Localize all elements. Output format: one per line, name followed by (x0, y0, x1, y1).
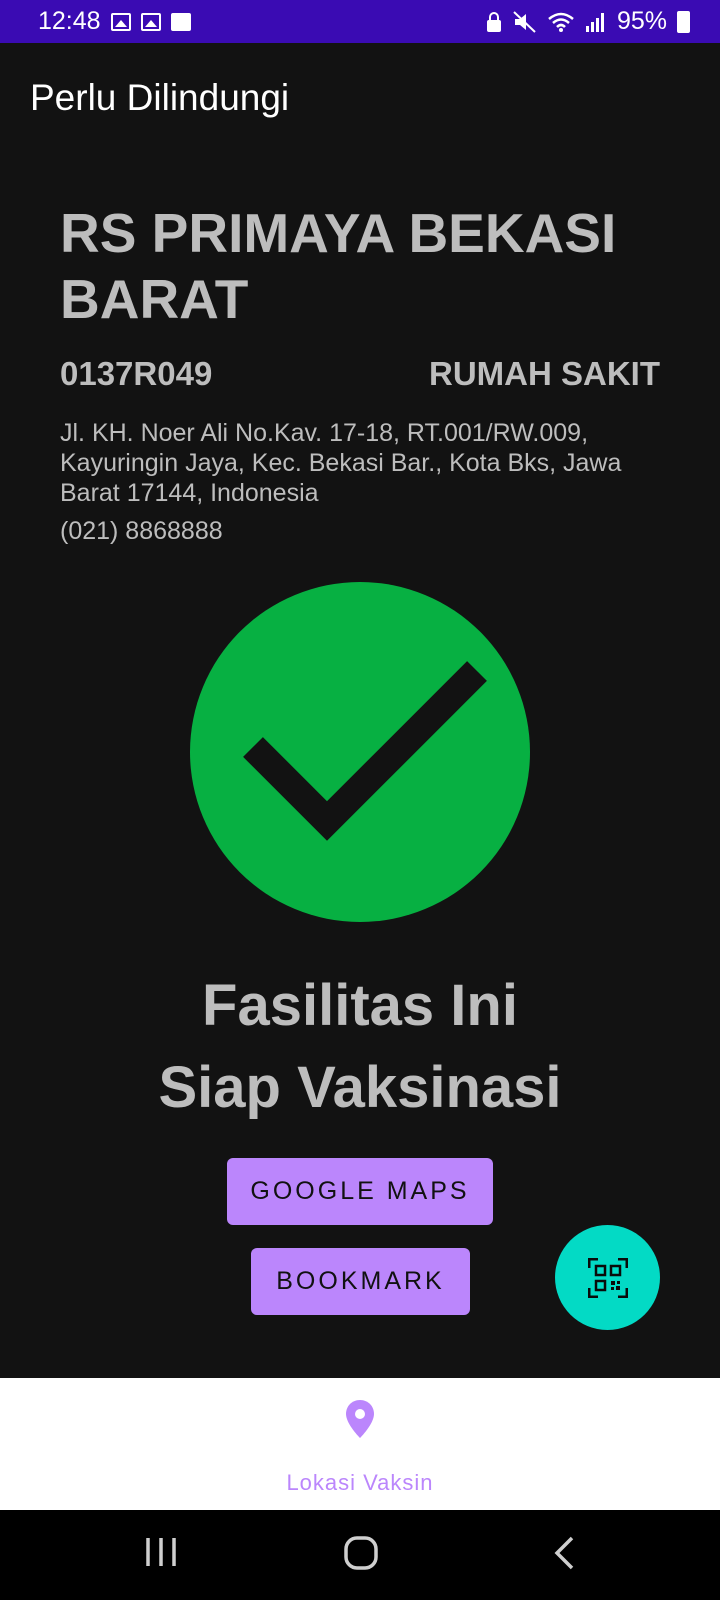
photo-icon (110, 12, 131, 31)
photo-icon (140, 12, 161, 31)
screen: 12:48 95% Perlu Dilindungi RS PRIMAYA BE… (0, 0, 720, 1600)
status-right: 95% (485, 7, 690, 36)
system-navigation-bar (0, 1510, 720, 1600)
nav-item-lokasi-vaksin[interactable]: Lokasi Vaksin (260, 1378, 460, 1510)
battery-percent: 95% (616, 7, 667, 35)
status-bar: 12:48 95% (0, 0, 720, 43)
facility-type: RUMAH SAKIT (429, 355, 660, 392)
signal-icon (585, 12, 604, 32)
wifi-icon (548, 12, 574, 32)
facility-address: Jl. KH. Noer Ali No.Kav. 17-18, RT.001/R… (60, 419, 622, 507)
vaccination-status: Fasilitas Ini Siap Vaksinasi (0, 965, 720, 1129)
status-line-2: Siap Vaksinasi (158, 1055, 562, 1120)
bookmark-button[interactable]: BOOKMARK (251, 1248, 470, 1315)
app-title: Perlu Dilindungi (30, 77, 290, 118)
status-time: 12:48 (38, 7, 101, 35)
gallery-icon (170, 12, 191, 31)
facility-phone: (021) 8868888 (60, 517, 223, 545)
facility-code-row: 0137R049 RUMAH SAKIT (60, 355, 660, 393)
scan-qr-fab[interactable] (555, 1225, 660, 1330)
facility-code: 0137R049 (60, 355, 213, 392)
battery-charging-icon (677, 10, 690, 33)
mute-icon (513, 10, 536, 33)
location-pin-icon (346, 1400, 374, 1438)
status-line-1: Fasilitas Ini (202, 973, 518, 1038)
recents-icon[interactable] (144, 1535, 178, 1569)
back-icon[interactable] (552, 1535, 576, 1571)
google-maps-button[interactable]: GOOGLE MAPS (227, 1158, 493, 1225)
facility-name: RS PRIMAYA BEKASI BARAT (60, 202, 617, 330)
app-bar: Perlu Dilindungi (0, 43, 720, 153)
qr-scan-icon (587, 1257, 628, 1298)
nav-label: Lokasi Vaksin (286, 1470, 434, 1495)
home-icon[interactable] (343, 1535, 379, 1571)
bottom-navigation: Lokasi Vaksin (0, 1378, 720, 1510)
lock-icon (486, 11, 501, 32)
check-circle-icon (190, 582, 530, 922)
status-left: 12:48 (38, 7, 191, 36)
